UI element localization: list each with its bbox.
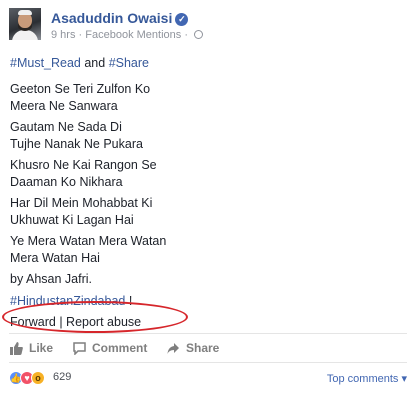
post-source-link[interactable]: Facebook Mentions xyxy=(85,29,181,41)
poem-line: Mera Watan Hai xyxy=(10,251,100,265)
thumbs-up-icon xyxy=(10,342,23,355)
actions-bottom-divider xyxy=(9,362,407,363)
post-time[interactable]: 9 hrs xyxy=(51,29,75,41)
actions-top-divider xyxy=(9,333,407,334)
poem-credit: by Ahsan Jafri. xyxy=(10,272,92,286)
comment-button[interactable]: Comment xyxy=(73,337,147,359)
intro-line: #Must_Read and #Share xyxy=(10,55,149,72)
share-button[interactable]: Share xyxy=(167,337,219,359)
poem-line: Har Dil Mein Mohabbat Ki xyxy=(10,196,153,210)
profile-avatar[interactable] xyxy=(9,8,41,40)
red-circle-annotation xyxy=(2,301,188,333)
meta-separator-2: · xyxy=(184,29,188,41)
comments-sort-label: Top comments xyxy=(326,373,399,385)
author-name-link[interactable]: Asaduddin Owaisi xyxy=(51,10,172,26)
share-arrow-icon xyxy=(167,343,179,354)
poem-line: Ukhuwat Ki Lagan Hai xyxy=(10,213,134,227)
poem-line: Ye Mera Watan Mera Watan xyxy=(10,234,167,248)
share-label: Share xyxy=(186,341,220,355)
poem-line: Geeton Se Teri Zulfon Ko xyxy=(10,82,151,96)
post-meta: 9 hrs · Facebook Mentions · xyxy=(51,29,204,41)
wow-reaction-icon: o xyxy=(31,371,45,385)
poem-line: Khusro Ne Kai Rangon Se xyxy=(10,158,157,172)
comment-icon xyxy=(73,342,86,356)
poem-line: Meera Ne Sanwara xyxy=(10,99,118,113)
verified-badge-icon: ✓ xyxy=(175,13,189,26)
comments-sort-dropdown[interactable]: Top comments ▾ xyxy=(327,372,407,385)
avatar-cap xyxy=(18,10,32,15)
like-button[interactable]: Like xyxy=(10,337,53,359)
post-card: Asaduddin Owaisi ✓ 9 hrs · Facebook Menti… xyxy=(0,0,416,400)
like-label: Like xyxy=(29,341,54,355)
meta-separator: · xyxy=(78,29,83,41)
hashtag-must-read[interactable]: #Must_Read xyxy=(10,56,81,70)
author-name-row: Asaduddin Owaisi ✓ xyxy=(51,10,189,26)
globe-icon[interactable] xyxy=(194,30,204,39)
poem-line: Daaman Ko Nikhara xyxy=(10,175,123,189)
avatar-body xyxy=(12,30,38,40)
reaction-count: 629 xyxy=(53,371,72,383)
poem-line: Gautam Ne Sada Di xyxy=(10,120,122,134)
hashtag-share[interactable]: #Share xyxy=(109,56,149,70)
post-actions-bar: Like Comment Share xyxy=(0,337,416,359)
comment-label: Comment xyxy=(92,341,148,355)
chevron-down-icon: ▾ xyxy=(401,373,407,385)
poem-line: Tujhe Nanak Ne Pukara xyxy=(10,137,143,151)
intro-and: and xyxy=(80,56,109,70)
